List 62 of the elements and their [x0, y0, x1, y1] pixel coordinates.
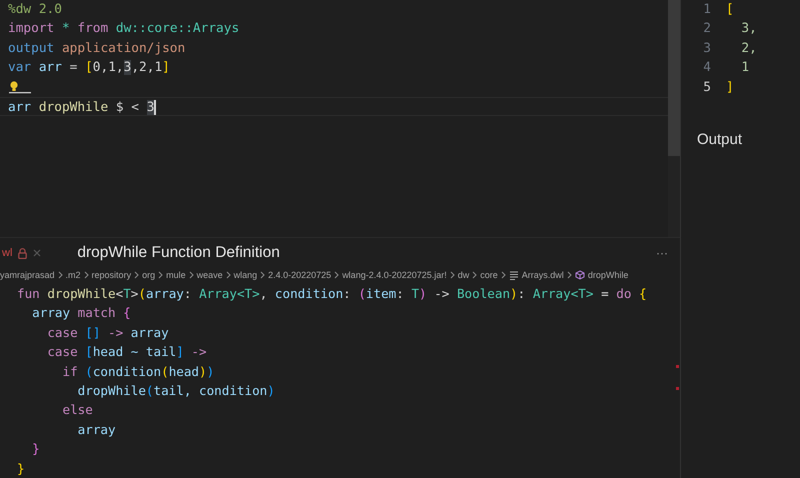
chevron-icon — [226, 271, 231, 280]
code-line: 3, — [740, 20, 757, 38]
chevron-icon — [158, 271, 164, 280]
chevron-icon — [188, 271, 194, 280]
code-line: case [] -> array — [46, 324, 170, 342]
file-tab[interactable]: wl — [2, 247, 12, 260]
breadcrumb-item[interactable]: .m2 — [66, 270, 81, 280]
breadcrumb-item[interactable]: dropWhile — [588, 270, 628, 280]
breadcrumb-item[interactable]: Arrays.dwl — [522, 270, 564, 280]
breadcrumb-item[interactable]: wlang — [234, 270, 258, 280]
more-button[interactable]: ··· — [656, 246, 668, 260]
breadcrumb-item[interactable]: yamrajprasad — [0, 270, 55, 280]
chevron-icon — [450, 271, 455, 280]
file-lines-icon — [508, 270, 519, 280]
chevron-icon — [260, 271, 266, 280]
code-line: arr dropWhile $ < 3 — [0, 96, 668, 116]
breadcrumb-item[interactable]: dw — [458, 270, 470, 280]
code-line: ] — [725, 78, 734, 97]
cube-icon — [574, 270, 585, 280]
code-line: 1 — [740, 59, 750, 78]
code-line: [ — [725, 1, 734, 19]
code-line: import * from dw::core::Arrays — [7, 20, 240, 38]
code-line: if (condition(head)) — [61, 362, 216, 381]
scrollbar-thumb[interactable] — [668, 0, 680, 156]
code-line: } — [17, 460, 26, 478]
line-number: 4 — [702, 59, 712, 78]
chevron-icon — [566, 271, 572, 280]
code-line: array match { — [31, 304, 132, 322]
lightbulb-icon[interactable] — [8, 80, 32, 94]
lock-icon — [18, 248, 28, 259]
peek-title: dropWhile Function Definition — [77, 244, 280, 262]
breadcrumb-item[interactable]: mule — [166, 270, 186, 280]
chevron-icon — [84, 271, 89, 280]
chevron-icon — [500, 271, 506, 280]
chevron-icon — [134, 271, 140, 280]
code-line: array — [76, 420, 117, 439]
chevron-icon — [58, 271, 63, 280]
code-line: 2, — [740, 40, 757, 58]
breadcrumb-item[interactable]: wlang-2.4.0-20220725.jar! — [342, 270, 447, 280]
breadcrumb-item[interactable]: 2.4.0-20220725 — [268, 270, 332, 280]
line-number: 5 — [702, 78, 712, 97]
line-number: 3 — [702, 40, 712, 58]
breadcrumb-item[interactable]: weave — [196, 270, 223, 280]
code-line: output application/json — [7, 40, 186, 58]
code-line: fun dropWhile<T>(array: Array<T>, condition: (item: T) -> Boolean): Array<T> = do { — [17, 285, 648, 304]
code-line: %dw 2.0 — [7, 1, 63, 19]
output-label: Output — [697, 130, 744, 148]
code-line: } — [31, 440, 41, 458]
line-number: 2 — [702, 20, 712, 38]
code-line: dropWhile(tail, condition) — [76, 382, 276, 400]
code-line: case [head ~ tail] -> — [46, 343, 208, 362]
breadcrumb-item[interactable]: org — [142, 270, 156, 280]
code-line: var arr = [0,1,3,2,1] — [7, 59, 171, 78]
ruler-mark — [676, 365, 679, 368]
chevron-icon — [472, 271, 478, 280]
chevron-icon — [334, 271, 340, 280]
ruler-mark — [676, 387, 679, 390]
line-number: 1 — [702, 1, 712, 19]
breadcrumb-item[interactable]: repository — [92, 270, 132, 280]
breadcrumb-item[interactable]: core — [480, 270, 498, 280]
close-icon[interactable] — [33, 249, 42, 258]
code-line: else — [61, 401, 94, 420]
